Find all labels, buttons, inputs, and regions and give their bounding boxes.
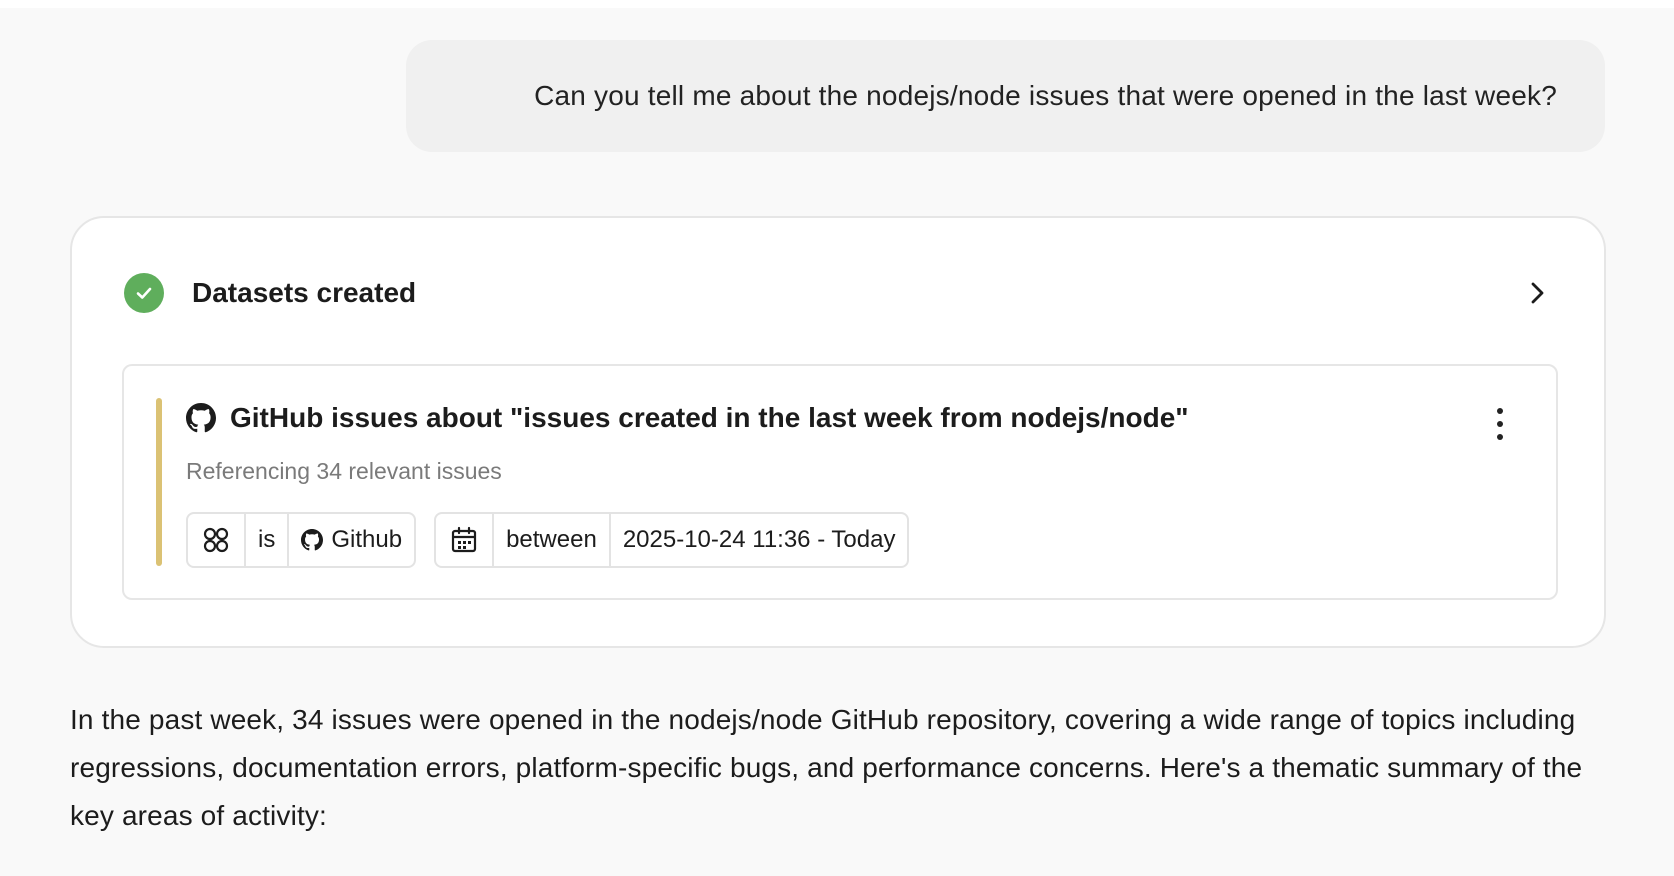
source-filter-chip[interactable]: is Github [186,512,417,568]
dataset-title-row: GitHub issues about "issues created in t… [186,398,1516,438]
dataset-title: GitHub issues about "issues created in t… [230,402,1189,433]
top-bar [0,0,1674,8]
source-filter-value-text: Github [331,526,403,553]
dataset-accent-bar [156,398,162,566]
check-circle-icon [124,273,164,313]
chevron-right-icon[interactable] [1522,278,1552,308]
date-filter-chip[interactable]: between 2025-10-24 11:36 - Today [434,512,910,568]
datasets-card-header[interactable]: Datasets created [124,272,1552,314]
datasets-card-title: Datasets created [192,277,417,308]
dataset-subtitle: Referencing 34 relevant issues [186,458,502,484]
date-filter-operator: between [494,514,611,566]
source-grid-icon [188,514,246,566]
dataset-filters: is Github between 2025-10-24 11:36 - Tod… [186,512,910,568]
github-icon [301,529,324,551]
more-options-icon[interactable] [1490,404,1510,444]
assistant-answer-text: In the past week, 34 issues were opened … [70,704,1583,831]
dataset-item[interactable]: GitHub issues about "issues created in t… [122,364,1558,600]
source-filter-value: Github [289,514,414,566]
calendar-icon [436,514,495,566]
date-filter-value: 2025-10-24 11:36 - Today [622,526,896,553]
user-message-text: Can you tell me about the nodejs/node is… [534,80,1557,111]
user-message-bubble: Can you tell me about the nodejs/node is… [406,40,1605,152]
github-icon [186,403,216,433]
source-filter-operator: is [246,514,290,566]
datasets-created-card: Datasets created GitHub issues about "is… [70,216,1606,648]
